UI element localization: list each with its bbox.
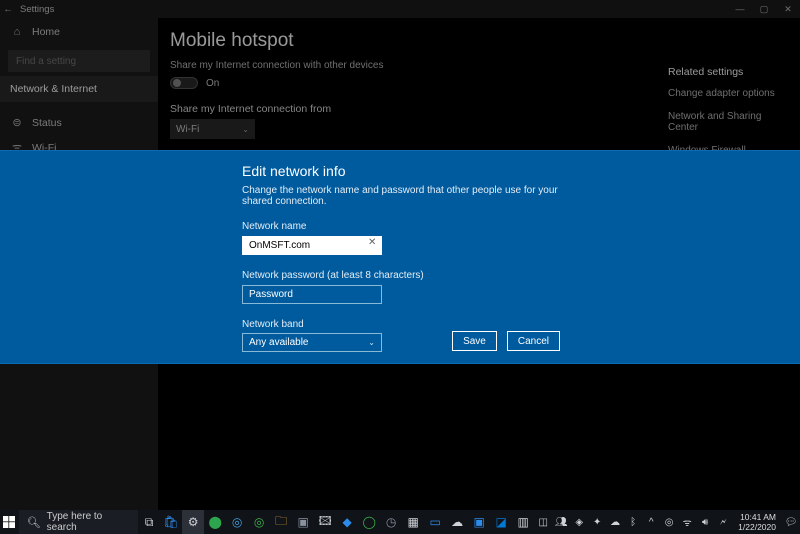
settings-taskbar-icon[interactable]: ⚙	[182, 510, 204, 534]
tray-volume-icon[interactable]: 🔊︎	[696, 510, 714, 534]
taskbar-time: 10:41 AM	[738, 512, 776, 522]
calculator-icon[interactable]: ▦	[402, 510, 424, 534]
tray-onedrive-icon[interactable]: ☁	[606, 510, 624, 534]
start-button[interactable]	[0, 510, 19, 534]
store-icon[interactable]: 🛍︎	[160, 510, 182, 534]
tray-battery-icon[interactable]: 🗲	[714, 510, 732, 534]
network-password-input[interactable]	[242, 285, 382, 304]
taskbar-search-input[interactable]: 🔍︎ Type here to search	[19, 510, 138, 534]
network-password-label: Network password (at least 8 characters)	[242, 270, 560, 281]
edge-dev-icon[interactable]: ◎	[248, 510, 270, 534]
edit-network-info-dialog: Edit network info Change the network nam…	[0, 150, 800, 364]
network-name-input[interactable]	[242, 236, 382, 255]
tray-wifi-icon[interactable]: ᯤ	[678, 510, 696, 534]
xbox-icon[interactable]: ◯	[358, 510, 380, 534]
network-band-value: Any available	[249, 337, 308, 348]
taskbar-search-placeholder: Type here to search	[47, 511, 131, 533]
app2-icon[interactable]: ▭	[424, 510, 446, 534]
app5-icon[interactable]: ▥	[512, 510, 534, 534]
tray-location-icon[interactable]: ◎	[660, 510, 678, 534]
network-name-label: Network name	[242, 221, 560, 232]
screen: { "window": { "app": "Settings", "title"…	[0, 0, 800, 534]
tray-app2-icon[interactable]: ✦	[588, 510, 606, 534]
system-tray: ◫ 👥︎ ◈ ✦ ☁ ᛒ ^ ◎ ᯤ 🔊︎ 🗲 10:41 AM 1/22/20…	[534, 510, 800, 534]
clear-input-icon[interactable]: ✕	[368, 237, 376, 248]
file-explorer-icon[interactable]: 🗀	[270, 510, 292, 534]
app-icon[interactable]: ◆	[336, 510, 358, 534]
search-icon: 🔍︎	[27, 516, 41, 529]
action-center-icon[interactable]: 💬︎	[782, 510, 800, 534]
edge-icon[interactable]: ◎	[226, 510, 248, 534]
vscode-icon[interactable]: ◪	[490, 510, 512, 534]
dialog-title: Edit network info	[242, 151, 560, 179]
dialog-description: Change the network name and password tha…	[242, 185, 560, 207]
app3-icon[interactable]: ☁	[446, 510, 468, 534]
tray-app-icon[interactable]: ◈	[570, 510, 588, 534]
tray-teams-icon[interactable]: 👥︎	[552, 510, 570, 534]
clock-icon[interactable]: ◷	[380, 510, 402, 534]
save-button[interactable]: Save	[452, 331, 497, 351]
cancel-button[interactable]: Cancel	[507, 331, 560, 351]
taskbar-pinned-apps: ⧉ 🛍︎ ⚙ ⬤ ◎ ◎ 🗀 ▣ 🖾 ◆ ◯ ◷ ▦ ▭ ☁ ▣ ◪ ▥	[138, 510, 534, 534]
terminal-icon[interactable]: ▣	[292, 510, 314, 534]
network-band-label: Network band	[242, 319, 560, 330]
chevron-down-icon: ⌄	[368, 338, 375, 347]
tray-bluetooth-icon[interactable]: ᛒ	[624, 510, 642, 534]
tray-icon[interactable]: ◫	[534, 510, 552, 534]
windows-logo-icon	[3, 516, 15, 528]
browser-icon[interactable]: ⬤	[204, 510, 226, 534]
app4-icon[interactable]: ▣	[468, 510, 490, 534]
taskbar-date: 1/22/2020	[738, 522, 776, 532]
taskbar: 🔍︎ Type here to search ⧉ 🛍︎ ⚙ ⬤ ◎ ◎ 🗀 ▣ …	[0, 510, 800, 534]
photos-icon[interactable]: 🖾	[314, 510, 336, 534]
network-band-select[interactable]: Any available ⌄	[242, 333, 382, 352]
tray-chevron-icon[interactable]: ^	[642, 510, 660, 534]
task-view-button[interactable]: ⧉	[138, 510, 160, 534]
taskbar-clock[interactable]: 10:41 AM 1/22/2020	[732, 512, 782, 532]
